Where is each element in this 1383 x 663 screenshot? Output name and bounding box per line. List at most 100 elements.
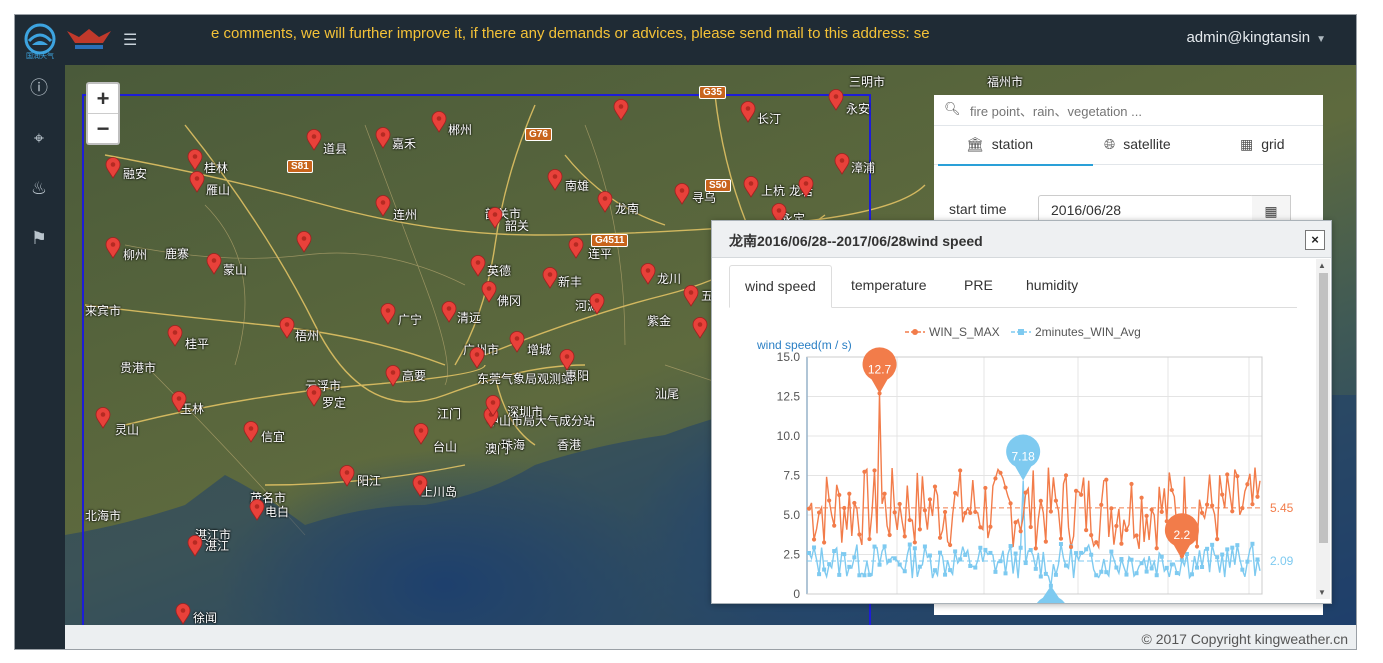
zoom-out-button[interactable]: − [88,113,118,143]
data-point-max [832,523,837,528]
crosshair-icon[interactable]: ⌖ [28,127,50,149]
map-pin-icon[interactable] [339,465,355,487]
map-pin-icon[interactable] [589,293,605,315]
data-point-avg [1159,554,1164,559]
variable-tabs: wind speed temperature PRE humidity [729,265,1297,308]
search-bar: 🔍︎ [934,95,1323,126]
map-pin-icon[interactable] [385,365,401,387]
map-pin-icon[interactable] [485,395,501,417]
menu-toggle-icon[interactable]: ☰ [123,30,141,49]
data-point-avg [1225,547,1230,552]
data-point-avg [938,550,943,555]
data-point-max [1204,502,1210,507]
search-input[interactable] [968,100,1312,122]
place-label: 江门 [437,407,462,421]
user-menu[interactable]: admin@kingtansin ▼ [1186,29,1326,46]
data-point-avg [852,555,857,560]
tab-wind-speed[interactable]: wind speed [729,265,832,308]
map-pin-icon[interactable] [431,111,447,133]
map-pin-icon[interactable] [187,149,203,171]
map-pin-icon[interactable] [279,317,295,339]
data-point-max [1068,544,1074,550]
map-pin-icon[interactable] [597,191,613,213]
tab-satellite[interactable]: 🌐︎ satellite [1104,136,1171,153]
place-label: 信宜 [261,430,286,444]
data-point-max [816,510,822,515]
tab-temperature[interactable]: temperature [836,265,941,306]
map-pin-icon[interactable] [187,535,203,557]
data-point-max [912,540,917,545]
map-pin-icon[interactable] [167,325,183,347]
zoom-in-button[interactable]: + [88,84,118,113]
data-point-max [887,532,892,538]
data-point-avg [902,569,907,574]
flag-icon[interactable]: ⚑ [28,227,50,249]
map-pin-icon[interactable] [105,157,121,179]
map-pin-icon[interactable] [306,129,322,151]
map-pin-icon[interactable] [547,169,563,191]
data-point-avg [1104,570,1109,575]
map-pin-icon[interactable] [306,385,322,407]
info-icon[interactable]: ⓘ [28,77,50,99]
map-pin-icon[interactable] [469,347,485,369]
map-pin-icon[interactable] [375,195,391,217]
data-point-avg [1200,564,1205,569]
map-pin-icon[interactable] [674,183,690,205]
map-pin-icon[interactable] [568,237,584,259]
search-icon[interactable]: 🔍︎ [944,101,961,117]
map-pin-icon[interactable] [249,499,265,521]
tab-pre[interactable]: PRE [949,265,1008,306]
map-pin-icon[interactable] [189,171,205,193]
map-pin-icon[interactable] [509,331,525,353]
data-point-max [958,468,963,473]
map-pin-icon[interactable] [683,285,699,307]
map-pin-icon[interactable] [559,349,575,371]
close-button[interactable]: × [1305,230,1325,250]
map-pin-icon[interactable] [470,255,486,277]
data-point-avg [1149,566,1154,571]
data-point-max [857,532,862,537]
y-tick-label: 2.5 [783,548,800,562]
data-point-max [1028,524,1033,530]
map-pin-icon[interactable] [171,391,187,413]
map-pin-icon[interactable] [692,317,708,339]
map-pin-icon[interactable] [740,101,756,123]
map-pin-icon[interactable] [798,176,814,198]
map-pin-icon[interactable] [175,603,191,625]
data-point-max [1003,485,1008,490]
map-pin-icon[interactable] [834,153,850,175]
tab-grid[interactable]: ▦ grid [1240,136,1285,153]
tab-station[interactable]: 🏛︎ station [937,136,1094,166]
map-pin-icon[interactable] [413,423,429,445]
place-label: 桂平 [185,337,210,351]
tab-humidity[interactable]: humidity [1011,265,1093,306]
copyright-text: © 2017 Copyright kingweather.cn [1141,631,1348,647]
map-pin-icon[interactable] [206,253,222,275]
data-point-avg [1230,545,1235,550]
map-pin-icon[interactable] [640,263,656,285]
map-pin-icon[interactable] [613,99,629,121]
map-pin-icon[interactable] [487,207,503,229]
map-pin-icon[interactable] [95,407,111,429]
map-pin-icon[interactable] [441,301,457,323]
scroll-down-icon[interactable]: ▼ [1318,588,1326,597]
data-point-max [892,510,897,515]
popup-scrollbar[interactable]: ▲ ▼ [1316,259,1330,599]
station-popup: 龙南2016/06/28--2017/06/28wind speed × ▲ ▼… [711,220,1332,604]
map-pin-icon[interactable] [296,231,312,253]
scroll-up-icon[interactable]: ▲ [1318,261,1326,270]
fire-icon[interactable]: ♨ [28,177,50,199]
place-label: 佛冈 [497,294,522,308]
map-pin-icon[interactable] [828,89,844,111]
map-pin-icon[interactable] [743,176,759,198]
map-pin-icon[interactable] [542,267,558,289]
data-point-avg [1195,565,1200,570]
map-pin-icon[interactable] [375,127,391,149]
map-pin-icon[interactable] [380,303,396,325]
map-pin-icon[interactable] [243,421,259,443]
map-pin-icon[interactable] [105,237,121,259]
scroll-thumb[interactable] [1319,273,1328,543]
data-point-max [1048,509,1053,514]
map-pin-icon[interactable] [412,475,428,497]
map-pin-icon[interactable] [481,281,497,303]
